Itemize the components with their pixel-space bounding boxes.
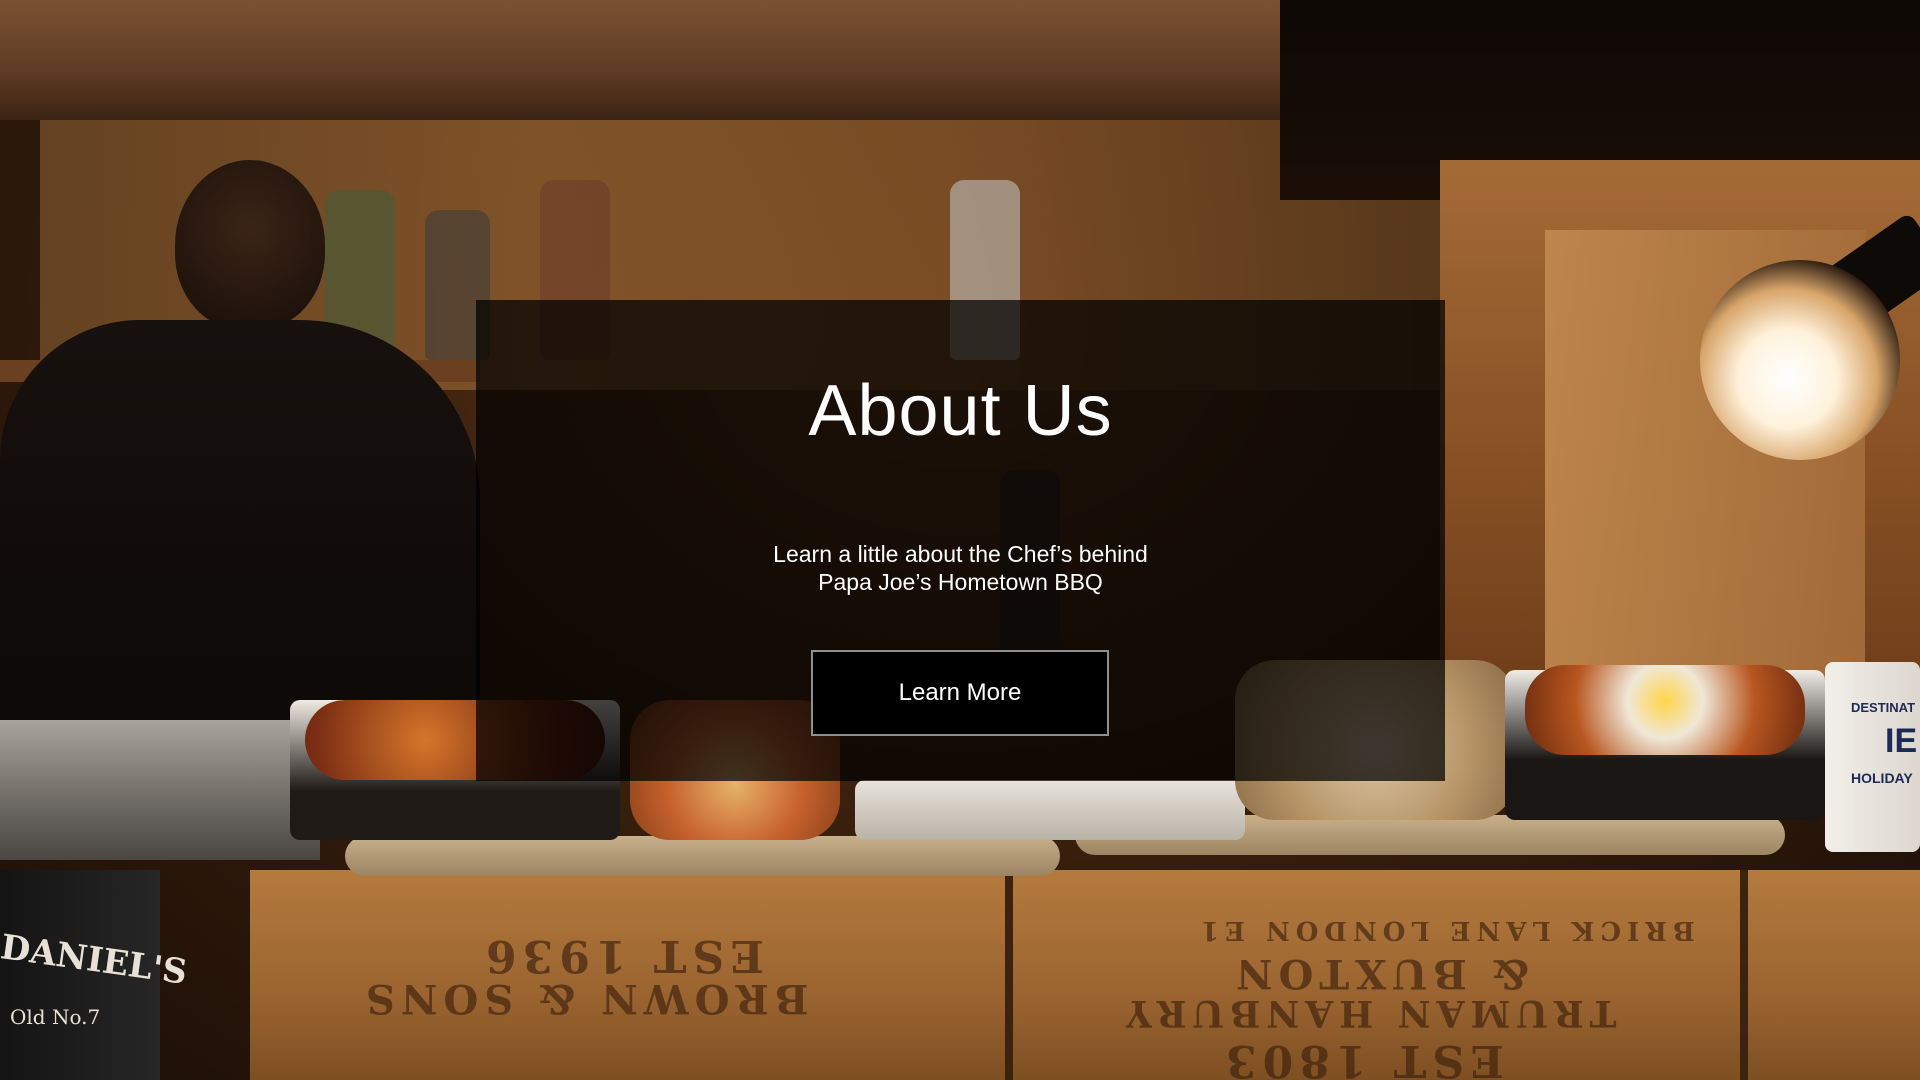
about-description-line: Papa Joe’s Hometown BBQ bbox=[818, 569, 1103, 595]
background-crate-divider bbox=[1740, 870, 1748, 1080]
mug-label: HOLIDAY bbox=[1851, 770, 1913, 786]
background-shelf bbox=[0, 0, 1330, 120]
background-mug: DESTINAT IE HOLIDAY bbox=[1825, 662, 1920, 852]
background-serving-board bbox=[345, 836, 1060, 876]
page-title: About Us bbox=[808, 371, 1113, 451]
mug-label: IE bbox=[1885, 722, 1918, 760]
crate-label: BRICK LANE LONDON E1 bbox=[1195, 915, 1695, 945]
crate-label: TRUMAN HANBURY bbox=[1120, 992, 1617, 1034]
hero-section: EST 1936 BROWN & SONS BRICK LANE LONDON … bbox=[0, 0, 1920, 1080]
mug-label: DESTINAT bbox=[1851, 700, 1916, 715]
background-steel-counter bbox=[0, 720, 320, 860]
background-can: DANIEL'S Old No.7 bbox=[0, 870, 190, 1080]
crate-label: & BUXTON bbox=[1230, 950, 1529, 997]
about-description: Learn a little about the Chef’s behind P… bbox=[476, 540, 1445, 596]
learn-more-button[interactable]: Learn More bbox=[811, 650, 1109, 736]
background-food bbox=[1525, 665, 1805, 755]
about-overlay-panel: About Us Learn a little about the Chef’s… bbox=[476, 300, 1445, 781]
crate-label: EST 1803 bbox=[1220, 1035, 1504, 1080]
background-food-tray bbox=[855, 780, 1245, 840]
background-crate-divider bbox=[1005, 870, 1013, 1080]
background-person-body bbox=[0, 320, 480, 740]
crate-label: BROWN & SONS bbox=[360, 975, 809, 1022]
background-person-head bbox=[175, 160, 325, 330]
background-person bbox=[0, 160, 480, 740]
can-label: Old No.7 bbox=[10, 1005, 101, 1029]
crate-label: EST 1936 bbox=[480, 930, 764, 981]
about-description-line: Learn a little about the Chef’s behind bbox=[773, 541, 1148, 567]
